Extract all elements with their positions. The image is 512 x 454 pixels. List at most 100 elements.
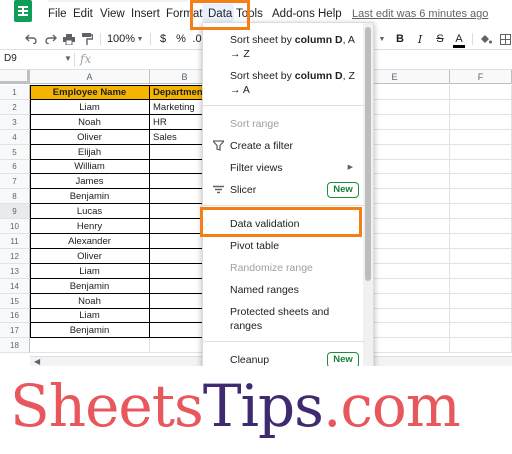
grid-cell[interactable] bbox=[450, 204, 512, 219]
menu-scrollbar-thumb[interactable] bbox=[365, 27, 371, 281]
grid-cell[interactable] bbox=[450, 323, 512, 338]
zoom-select[interactable]: 100% bbox=[107, 32, 135, 46]
named-ranges-item[interactable]: Named ranges bbox=[203, 283, 365, 297]
grid-cell[interactable] bbox=[450, 130, 512, 145]
name-cell[interactable]: William bbox=[30, 160, 150, 174]
row-header[interactable]: 12 bbox=[0, 249, 30, 264]
name-cell[interactable]: Liam bbox=[30, 264, 150, 279]
grid-cell[interactable] bbox=[450, 174, 512, 189]
data-validation-item[interactable]: Data validation bbox=[203, 217, 365, 231]
chevron-down-icon[interactable]: ▼ bbox=[378, 32, 386, 46]
row-header[interactable]: 8 bbox=[0, 189, 30, 204]
document-title[interactable] bbox=[48, 0, 188, 2]
row-header[interactable]: 9 bbox=[0, 204, 30, 219]
borders-icon[interactable] bbox=[498, 32, 512, 46]
currency-button[interactable]: $ bbox=[158, 32, 168, 46]
chevron-down-icon[interactable]: ▼ bbox=[64, 54, 72, 63]
fill-color-icon[interactable] bbox=[478, 32, 492, 46]
scroll-left-icon[interactable]: ◀ bbox=[34, 357, 40, 366]
row-header[interactable]: 13 bbox=[0, 264, 30, 279]
grid-cell[interactable] bbox=[450, 189, 512, 204]
pivot-table-label: Pivot table bbox=[230, 240, 280, 252]
name-cell[interactable]: Noah bbox=[30, 294, 150, 309]
menu-help[interactable]: Help bbox=[318, 8, 342, 20]
grid-cell[interactable] bbox=[450, 264, 512, 279]
row-header[interactable]: 1 bbox=[0, 85, 30, 100]
row-header[interactable]: 2 bbox=[0, 100, 30, 115]
undo-icon[interactable] bbox=[24, 32, 38, 46]
grid-cell[interactable] bbox=[450, 309, 512, 323]
row-header[interactable]: 18 bbox=[0, 338, 30, 353]
percent-button[interactable]: % bbox=[176, 32, 186, 46]
create-filter-item[interactable]: Create a filter bbox=[203, 139, 365, 153]
menu-tools[interactable]: Tools bbox=[236, 8, 263, 20]
grid-cell[interactable] bbox=[450, 115, 512, 130]
filter-views-item[interactable]: Filter views ▶ bbox=[203, 161, 365, 175]
row-header[interactable]: 7 bbox=[0, 174, 30, 189]
sort-sheet-z-a[interactable]: Sort sheet by column D, Z → A bbox=[203, 69, 365, 99]
name-cell[interactable]: Benjamin bbox=[30, 189, 150, 204]
grid-cell[interactable] bbox=[450, 294, 512, 309]
row-header[interactable]: 17 bbox=[0, 323, 30, 338]
column-header-a[interactable]: A bbox=[30, 70, 150, 84]
header-cell[interactable]: Employee Name bbox=[30, 85, 150, 100]
name-cell[interactable]: Alexander bbox=[30, 234, 150, 249]
print-icon[interactable] bbox=[62, 32, 76, 46]
pivot-table-item[interactable]: Pivot table bbox=[203, 239, 365, 253]
column-header-f[interactable]: F bbox=[450, 70, 512, 84]
sheets-logo-icon[interactable] bbox=[14, 0, 32, 22]
row-header[interactable]: 15 bbox=[0, 294, 30, 309]
row-header[interactable]: 3 bbox=[0, 115, 30, 130]
paint-format-icon[interactable] bbox=[80, 32, 94, 46]
last-edit-link[interactable]: Last edit was 6 minutes ago bbox=[352, 8, 488, 20]
row-header[interactable]: 5 bbox=[0, 145, 30, 160]
menu-view[interactable]: View bbox=[100, 8, 125, 20]
grid-cell[interactable] bbox=[450, 234, 512, 249]
name-cell[interactable]: James bbox=[30, 174, 150, 189]
italic-button[interactable]: I bbox=[414, 32, 426, 46]
grid-cell[interactable] bbox=[450, 279, 512, 294]
sort-sheet-a-z[interactable]: Sort sheet by column D, A → Z bbox=[203, 33, 365, 63]
cleanup-item[interactable]: Cleanup New bbox=[203, 352, 365, 367]
name-cell[interactable]: Liam bbox=[30, 100, 150, 115]
row-header[interactable]: 4 bbox=[0, 130, 30, 145]
grid-cell[interactable] bbox=[450, 219, 512, 234]
chevron-down-icon[interactable]: ▼ bbox=[136, 32, 144, 46]
redo-icon[interactable] bbox=[44, 32, 58, 46]
name-box[interactable]: D9 bbox=[4, 53, 17, 64]
grid-cell[interactable] bbox=[30, 338, 150, 353]
row-header[interactable]: 10 bbox=[0, 219, 30, 234]
row-header[interactable]: 16 bbox=[0, 309, 30, 323]
menu-format[interactable]: Format bbox=[166, 8, 202, 20]
slicer-item[interactable]: Slicer New bbox=[203, 182, 365, 198]
bold-button[interactable]: B bbox=[394, 32, 406, 46]
strikethrough-button[interactable]: S bbox=[434, 32, 446, 46]
name-cell[interactable]: Elijah bbox=[30, 145, 150, 160]
name-cell[interactable]: Henry bbox=[30, 219, 150, 234]
row-header[interactable]: 14 bbox=[0, 279, 30, 294]
name-cell[interactable]: Benjamin bbox=[30, 323, 150, 338]
name-cell[interactable]: Noah bbox=[30, 115, 150, 130]
menu-data[interactable]: Data bbox=[208, 8, 232, 20]
name-cell[interactable]: Benjamin bbox=[30, 279, 150, 294]
grid-cell[interactable] bbox=[450, 338, 512, 353]
menu-edit[interactable]: Edit bbox=[73, 8, 93, 20]
select-all-corner[interactable] bbox=[0, 70, 30, 84]
grid-cell[interactable] bbox=[450, 249, 512, 264]
name-cell[interactable]: Oliver bbox=[30, 130, 150, 145]
row-header[interactable]: 11 bbox=[0, 234, 30, 249]
name-cell[interactable]: Oliver bbox=[30, 249, 150, 264]
grid-cell[interactable] bbox=[450, 85, 512, 100]
menu-insert[interactable]: Insert bbox=[131, 8, 160, 20]
name-cell[interactable]: Lucas bbox=[30, 204, 150, 219]
grid-cell[interactable] bbox=[450, 145, 512, 160]
grid-cell[interactable] bbox=[450, 160, 512, 174]
menu-add-ons[interactable]: Add-ons bbox=[272, 8, 315, 20]
menu-file[interactable]: File bbox=[48, 8, 67, 20]
grid-cell[interactable] bbox=[450, 100, 512, 115]
name-cell[interactable]: Liam bbox=[30, 309, 150, 323]
text-color-button[interactable]: A bbox=[453, 32, 465, 48]
decimal-button[interactable]: .0 bbox=[192, 32, 202, 46]
protected-sheets-item[interactable]: Protected sheets and ranges bbox=[203, 305, 365, 335]
row-header[interactable]: 6 bbox=[0, 160, 30, 174]
